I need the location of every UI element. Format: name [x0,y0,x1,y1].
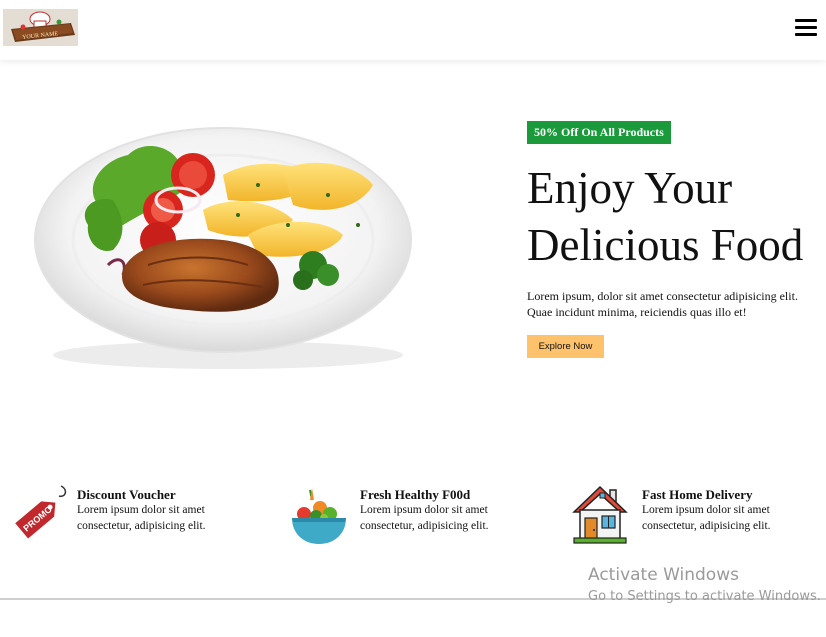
feature-title: Discount Voucher [77,487,176,502]
promo-tag-icon: PROMO [15,485,67,539]
hero-title: Enjoy Your Delicious Food [527,160,826,274]
site-header: YOUR NAME [0,0,826,60]
feature-description: Lorem ipsum dolor sit amet consectetur, … [642,504,771,532]
vegetable-bowl-icon [292,488,346,544]
hero-title-line1: Enjoy Your [527,163,733,213]
discount-badge: 50% Off On All Products [527,121,671,144]
feature-title: Fresh Healthy F00d [360,487,471,502]
hero-title-line2: Delicious Food [527,220,804,270]
activate-windows-watermark: Activate Windows Go to Settings to activ… [588,565,821,605]
house-icon [572,485,628,544]
watermark-title: Activate Windows [588,565,739,585]
feature-title: Fast Home Delivery [642,487,753,502]
feature-description: Lorem ipsum dolor sit amet consectetur, … [360,504,489,532]
hamburger-icon[interactable] [795,18,817,38]
hero-food-image [28,115,423,375]
hero-description: Lorem ipsum, dolor sit amet consectetur … [527,289,798,319]
watermark-subtitle: Go to Settings to activate Windows. [588,589,821,604]
explore-now-button[interactable]: Explore Now [527,335,604,358]
feature-description: Lorem ipsum dolor sit amet consectetur, … [77,504,206,532]
feature-discount-voucher: PROMO Discount Voucher Lorem ipsum dolor… [7,484,237,554]
logo[interactable]: YOUR NAME [3,9,78,46]
feature-fast-home-delivery: Fast Home Delivery Lorem ipsum dolor sit… [572,484,802,554]
feature-fresh-healthy-food: Fresh Healthy F00d Lorem ipsum dolor sit… [290,484,520,554]
